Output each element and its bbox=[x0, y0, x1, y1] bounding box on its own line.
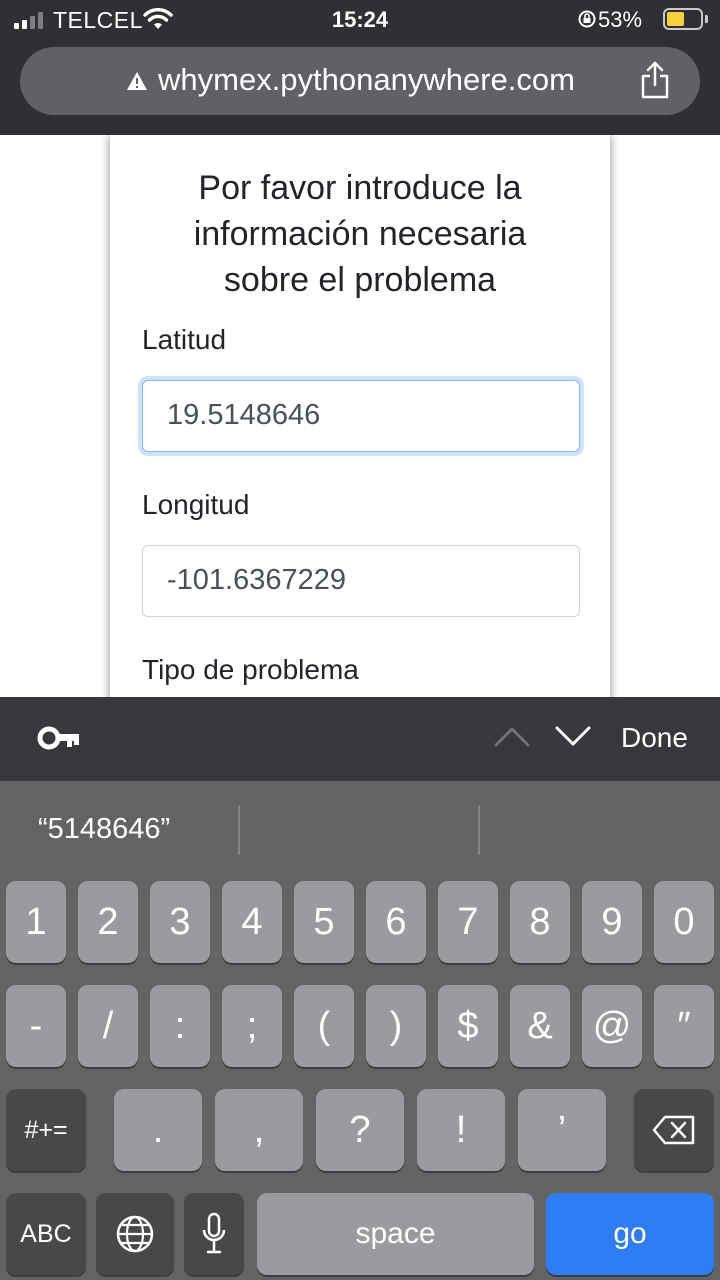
key-slash[interactable]: / bbox=[78, 985, 138, 1067]
space-key[interactable]: space bbox=[257, 1193, 534, 1275]
key-9[interactable]: 9 bbox=[582, 881, 642, 963]
key-6[interactable]: 6 bbox=[366, 881, 426, 963]
abc-key[interactable]: ABC bbox=[6, 1193, 86, 1275]
browser-toolbar: whymex.pythonanywhere.com bbox=[0, 40, 720, 135]
latitude-input[interactable]: 19.5148646 bbox=[142, 380, 580, 452]
next-field-icon[interactable] bbox=[555, 725, 591, 747]
address-bar[interactable]: whymex.pythonanywhere.com bbox=[20, 47, 700, 115]
url-text[interactable]: whymex.pythonanywhere.com bbox=[158, 62, 575, 98]
key-0[interactable]: 0 bbox=[654, 881, 714, 963]
status-bar: TELCEL 15:24 53% bbox=[0, 0, 720, 40]
delete-key[interactable] bbox=[634, 1089, 714, 1171]
share-icon[interactable] bbox=[638, 60, 672, 100]
orientation-lock-icon bbox=[578, 10, 596, 28]
key-comma[interactable]: , bbox=[215, 1089, 303, 1171]
battery-terminal bbox=[705, 15, 708, 23]
key-7[interactable]: 7 bbox=[438, 881, 498, 963]
suggestion-divider bbox=[478, 805, 480, 855]
key-semicolon[interactable]: ; bbox=[222, 985, 282, 1067]
key-at[interactable]: @ bbox=[582, 985, 642, 1067]
globe-icon bbox=[116, 1215, 154, 1253]
key-open-paren[interactable]: ( bbox=[294, 985, 354, 1067]
latitude-label: Latitud bbox=[142, 324, 227, 355]
form-title: Por favor introduce la información neces… bbox=[110, 165, 610, 303]
key-icon[interactable] bbox=[37, 725, 81, 751]
battery-icon bbox=[663, 8, 703, 30]
go-key[interactable]: go bbox=[546, 1193, 714, 1275]
warning-icon bbox=[127, 72, 147, 90]
key-2[interactable]: 2 bbox=[78, 881, 138, 963]
key-close-paren[interactable]: ) bbox=[366, 985, 426, 1067]
text-suggestion[interactable]: “5148646” bbox=[38, 813, 170, 846]
dictation-key[interactable] bbox=[184, 1193, 244, 1275]
key-question[interactable]: ? bbox=[316, 1089, 404, 1171]
key-period[interactable]: . bbox=[114, 1089, 202, 1171]
battery-percentage: 53% bbox=[598, 7, 643, 32]
key-quote[interactable]: ″ bbox=[654, 985, 714, 1067]
web-page: Por favor introduce la información neces… bbox=[0, 135, 720, 697]
longitude-input[interactable]: -101.6367229 bbox=[142, 545, 580, 617]
form-title-line: sobre el problema bbox=[223, 261, 497, 299]
key-apostrophe[interactable]: ’ bbox=[518, 1089, 606, 1171]
key-ampersand[interactable]: & bbox=[510, 985, 570, 1067]
keyboard-accessory-bar: Done bbox=[0, 697, 720, 781]
form-title-line: Por favor introduce la bbox=[198, 169, 522, 207]
previous-field-icon[interactable] bbox=[494, 725, 530, 747]
key-5[interactable]: 5 bbox=[294, 881, 354, 963]
key-exclamation[interactable]: ! bbox=[417, 1089, 505, 1171]
suggestion-divider bbox=[238, 805, 240, 855]
done-button[interactable]: Done bbox=[621, 722, 688, 754]
backspace-icon bbox=[652, 1115, 695, 1145]
key-8[interactable]: 8 bbox=[510, 881, 570, 963]
key-hyphen[interactable]: - bbox=[6, 985, 66, 1067]
key-4[interactable]: 4 bbox=[222, 881, 282, 963]
form-title-line: información necesaria bbox=[193, 215, 527, 253]
globe-key[interactable] bbox=[96, 1193, 174, 1275]
key-1[interactable]: 1 bbox=[6, 881, 66, 963]
key-3[interactable]: 3 bbox=[150, 881, 210, 963]
microphone-icon bbox=[202, 1212, 226, 1254]
key-colon[interactable]: : bbox=[150, 985, 210, 1067]
longitude-label: Longitud bbox=[142, 489, 250, 520]
form-card: Por favor introduce la información neces… bbox=[110, 135, 610, 697]
keyboard: “5148646” 1 2 3 4 5 6 7 8 9 0 - / : ; ( … bbox=[0, 781, 720, 1280]
symbols-key[interactable]: #+= bbox=[6, 1089, 86, 1171]
key-dollar[interactable]: $ bbox=[438, 985, 498, 1067]
problem-type-label: Tipo de problema bbox=[142, 654, 359, 685]
